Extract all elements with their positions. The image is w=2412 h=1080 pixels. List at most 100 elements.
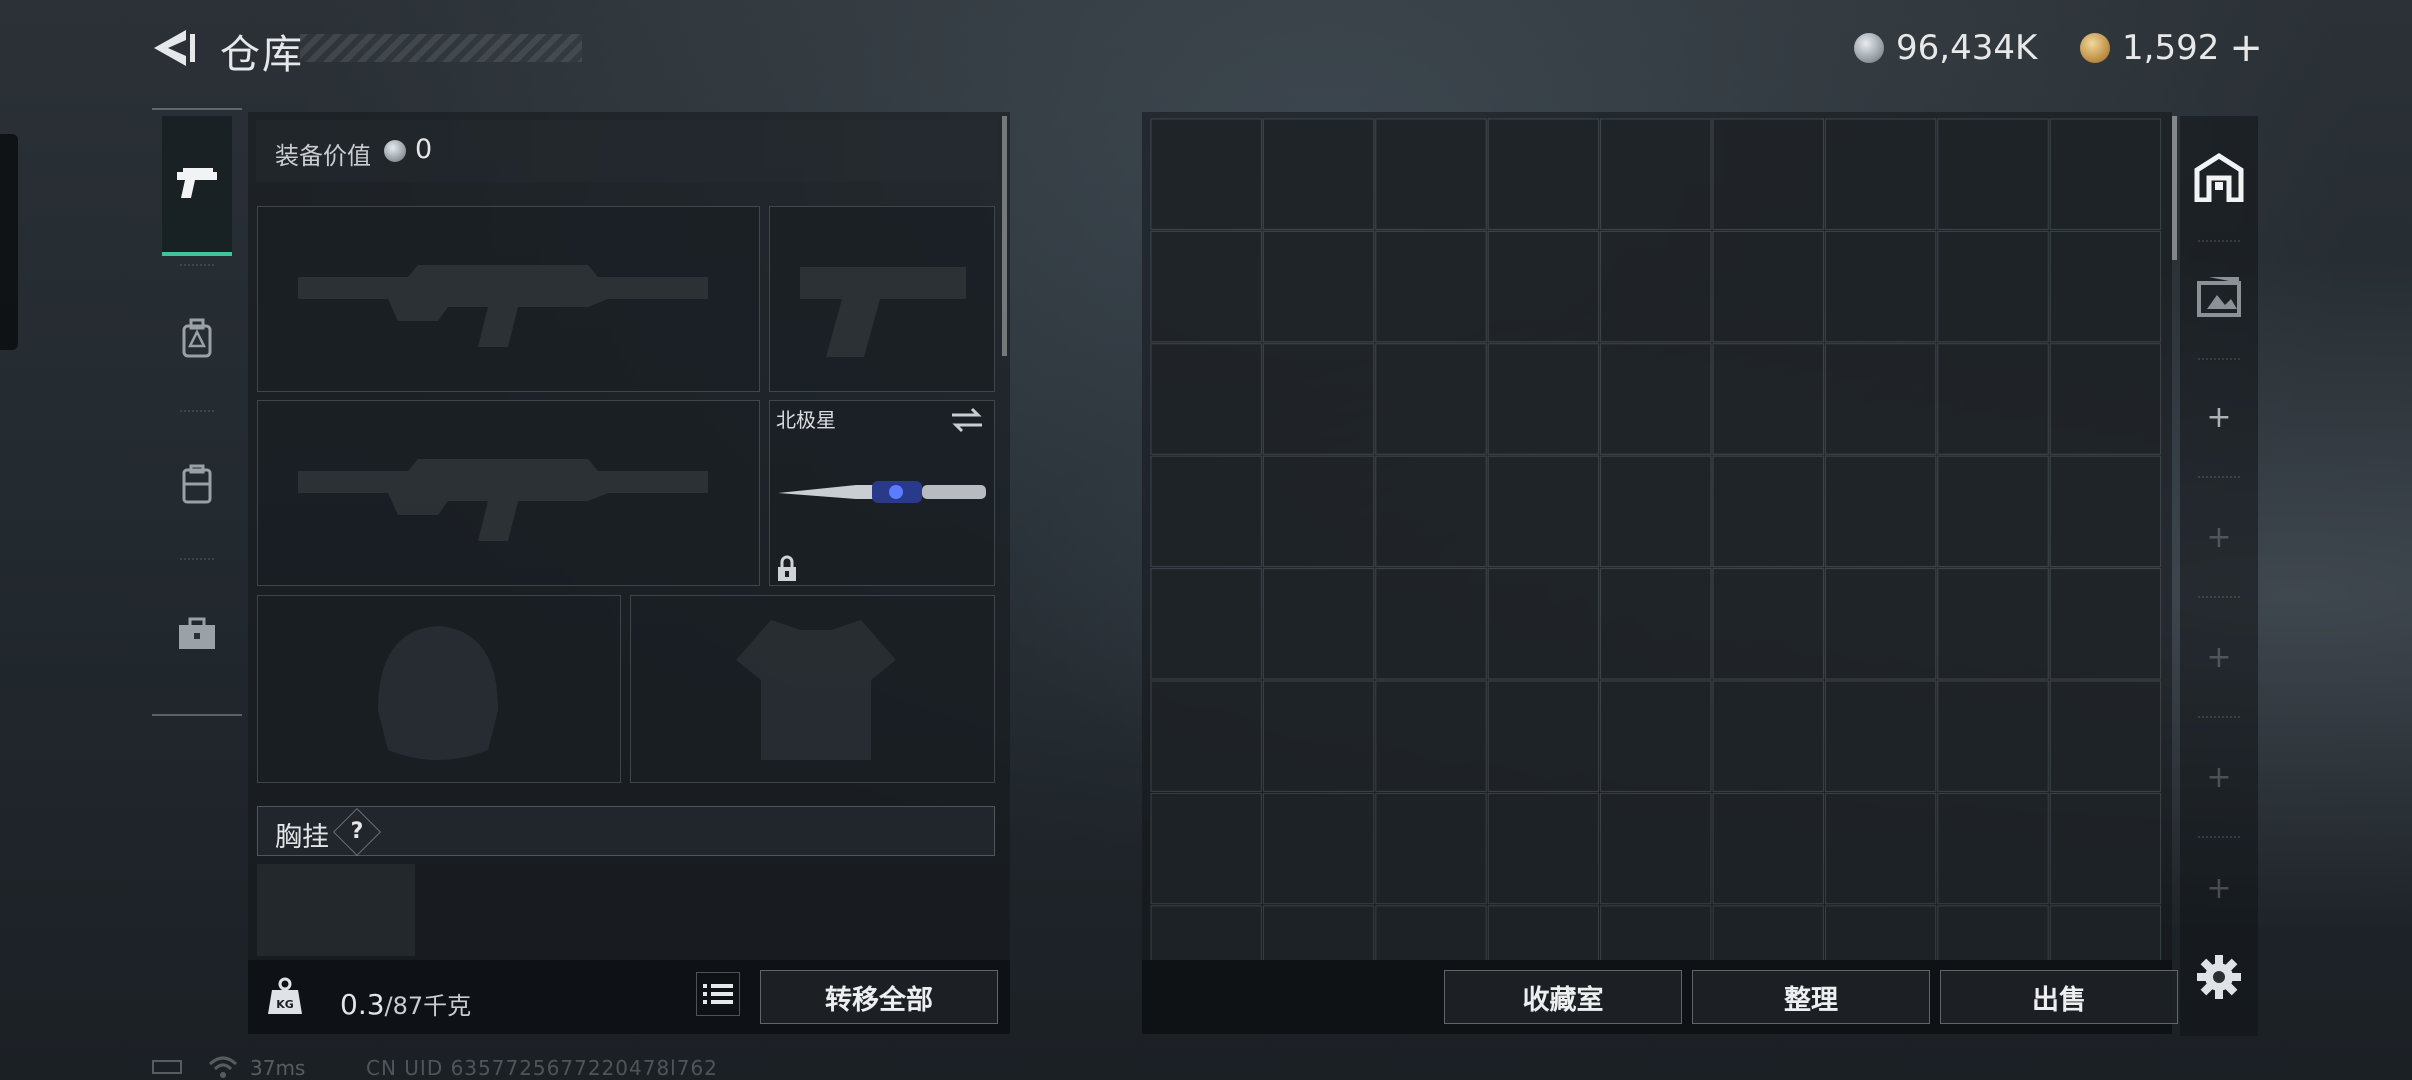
stash-cell[interactable]: [1600, 230, 1712, 343]
stash-cell[interactable]: [1150, 568, 1262, 680]
stash-cell[interactable]: [2049, 680, 2162, 792]
stash-cell[interactable]: [1487, 568, 1600, 680]
stash-cell[interactable]: [1824, 792, 1937, 905]
stash-cell[interactable]: [2049, 905, 2162, 960]
stash-cell[interactable]: [1712, 568, 1824, 680]
sort-button[interactable]: 整理: [1692, 970, 1930, 1024]
stash-cell[interactable]: [2049, 230, 2162, 343]
stash-scrollbar[interactable]: [2172, 116, 2177, 260]
equipment-scrollbar[interactable]: [1002, 116, 1007, 356]
stash-cell[interactable]: [1712, 905, 1824, 960]
stash-cell[interactable]: [1150, 230, 1262, 343]
stash-cell[interactable]: [1937, 792, 2049, 905]
stash-cell[interactable]: [1375, 118, 1487, 230]
stash-cell[interactable]: [1262, 792, 1375, 905]
stash-cell[interactable]: [1937, 118, 2049, 230]
swap-icon[interactable]: [950, 406, 984, 434]
stash-cell[interactable]: [1824, 455, 1937, 568]
stash-cell[interactable]: [1150, 905, 1262, 960]
stash-cell[interactable]: [1262, 118, 1375, 230]
stash-cell[interactable]: [1712, 792, 1824, 905]
stash-cell[interactable]: [1937, 680, 2049, 792]
stash-cell[interactable]: [1600, 792, 1712, 905]
stash-cell[interactable]: [1937, 230, 2049, 343]
stash-cell[interactable]: [2049, 343, 2162, 455]
stash-cell[interactable]: [1824, 230, 1937, 343]
stash-cell[interactable]: [1150, 792, 1262, 905]
sell-button[interactable]: 出售: [1940, 970, 2178, 1024]
stash-cell[interactable]: [1824, 905, 1937, 960]
stash-cell[interactable]: [1824, 680, 1937, 792]
body-armor-slot[interactable]: [630, 595, 995, 783]
stash-cell[interactable]: [1712, 230, 1824, 343]
add-stash-tab-button[interactable]: +: [2180, 358, 2258, 476]
stash-cell[interactable]: [1600, 343, 1712, 455]
stash-cell[interactable]: [1487, 455, 1600, 568]
stash-cell[interactable]: [1487, 905, 1600, 960]
stash-cell[interactable]: [1824, 568, 1937, 680]
stash-cell[interactable]: [1375, 230, 1487, 343]
stash-cell[interactable]: [1150, 455, 1262, 568]
stash-cell[interactable]: [1824, 343, 1937, 455]
nav-tab-backpack[interactable]: [162, 270, 232, 406]
locked-stash-tab[interactable]: +: [2180, 718, 2258, 836]
stash-cell[interactable]: [1262, 343, 1375, 455]
stash-cell[interactable]: [1262, 568, 1375, 680]
stash-cell[interactable]: [1824, 118, 1937, 230]
stash-cell[interactable]: [1487, 230, 1600, 343]
back-arrow-icon[interactable]: [150, 26, 198, 70]
stash-cell[interactable]: [1487, 343, 1600, 455]
stash-cell[interactable]: [1375, 455, 1487, 568]
locked-stash-tab[interactable]: +: [2180, 598, 2258, 716]
stash-cell[interactable]: [1600, 455, 1712, 568]
stash-cell[interactable]: [1262, 905, 1375, 960]
stash-cell[interactable]: [1150, 680, 1262, 792]
stash-cell[interactable]: [1150, 343, 1262, 455]
stash-cell[interactable]: [1487, 680, 1600, 792]
stash-cell[interactable]: [1375, 680, 1487, 792]
stash-cell[interactable]: [1487, 792, 1600, 905]
stash-cell[interactable]: [1712, 118, 1824, 230]
stash-cell[interactable]: [1262, 230, 1375, 343]
nav-tab-vest[interactable]: [162, 416, 232, 552]
stash-cell[interactable]: [2049, 118, 2162, 230]
transfer-all-button[interactable]: 转移全部: [760, 970, 998, 1024]
stash-tab-main[interactable]: [2180, 118, 2258, 236]
stash-cell[interactable]: [1375, 343, 1487, 455]
stash-cell[interactable]: [1937, 343, 2049, 455]
sidearm-slot[interactable]: [769, 206, 995, 392]
stash-cell[interactable]: [2049, 568, 2162, 680]
stash-cell[interactable]: [1600, 118, 1712, 230]
stash-cell[interactable]: [1937, 905, 2049, 960]
stash-cell[interactable]: [1937, 455, 2049, 568]
primary-weapon-slot-1[interactable]: [257, 206, 760, 392]
primary-weapon-slot-2[interactable]: [257, 400, 760, 586]
stash-cell[interactable]: [1937, 568, 2049, 680]
stash-cell[interactable]: [1262, 455, 1375, 568]
stash-cell[interactable]: [1600, 905, 1712, 960]
stash-cell[interactable]: [1375, 792, 1487, 905]
nav-tab-weapons[interactable]: [162, 116, 232, 256]
stash-cell[interactable]: [1712, 343, 1824, 455]
locked-stash-tab[interactable]: +: [2180, 478, 2258, 596]
add-currency-button[interactable]: +: [2229, 25, 2263, 71]
stash-tab-gallery[interactable]: [2180, 238, 2258, 356]
stash-cell[interactable]: [1712, 455, 1824, 568]
stash-cell[interactable]: [1712, 680, 1824, 792]
stash-cell[interactable]: [1375, 568, 1487, 680]
stash-cell[interactable]: [1487, 118, 1600, 230]
stash-cell[interactable]: [1262, 680, 1375, 792]
settings-gear-icon[interactable]: [2196, 954, 2242, 1000]
locked-stash-tab[interactable]: +: [2180, 838, 2258, 938]
stash-cell[interactable]: [2049, 792, 2162, 905]
list-view-button[interactable]: [696, 972, 740, 1016]
collection-room-button[interactable]: 收藏室: [1444, 970, 1682, 1024]
stash-cell[interactable]: [1375, 905, 1487, 960]
stash-cell[interactable]: [1600, 680, 1712, 792]
side-drawer-handle[interactable]: [0, 134, 18, 350]
stash-cell[interactable]: [1600, 568, 1712, 680]
helmet-slot[interactable]: [257, 595, 621, 783]
stash-cell[interactable]: [1150, 118, 1262, 230]
stash-grid[interactable]: [1150, 118, 2162, 960]
stash-cell[interactable]: [2049, 455, 2162, 568]
